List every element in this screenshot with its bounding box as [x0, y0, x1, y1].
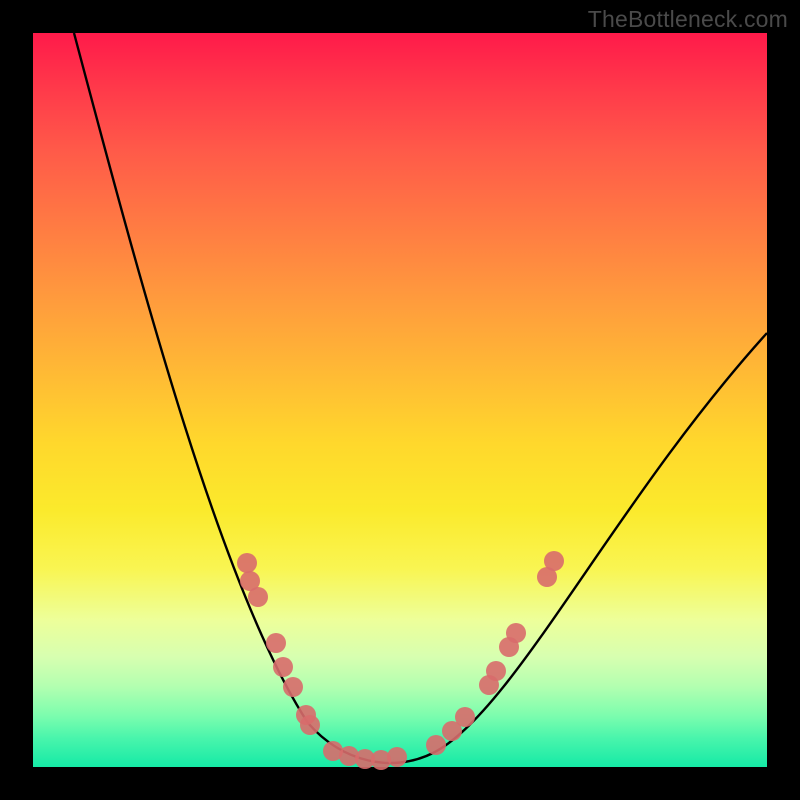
dot-left	[283, 677, 303, 697]
plot-area	[33, 33, 767, 767]
dot-left	[273, 657, 293, 677]
dot-right	[426, 735, 446, 755]
dot-left	[237, 553, 257, 573]
dot-left	[300, 715, 320, 735]
chart-frame: TheBottleneck.com	[0, 0, 800, 800]
dot-right	[455, 707, 475, 727]
watermark-text: TheBottleneck.com	[588, 6, 788, 33]
bottleneck-curve	[74, 33, 767, 763]
dot-right	[506, 623, 526, 643]
dot-left	[248, 587, 268, 607]
dot-left	[266, 633, 286, 653]
dot-right	[544, 551, 564, 571]
dot-bottom	[387, 747, 407, 767]
dot-right	[486, 661, 506, 681]
curve-svg	[33, 33, 767, 767]
